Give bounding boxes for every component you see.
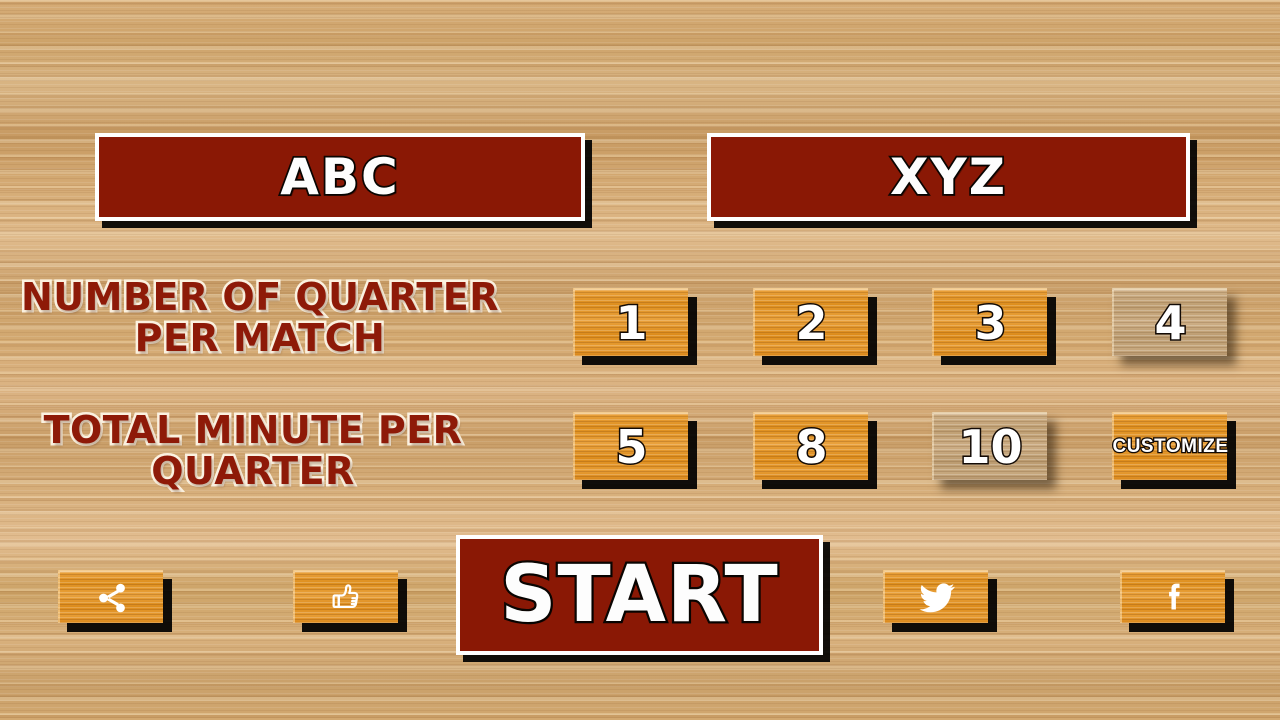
game-setup-screen: ABC XYZ NUMBER OF QUARTER PER MATCH 1 2 … [0,0,1280,720]
start-button[interactable]: START [456,535,823,655]
thumbs-up-icon [329,580,365,616]
minutes-option-5[interactable]: 5 [573,412,688,480]
team-away-name: XYZ [888,148,1007,206]
facebook-button[interactable] [1120,570,1225,623]
minutes-option-customize-value: CUSTOMIZE [1111,435,1229,459]
quarters-option-4-value: 4 [1153,296,1188,350]
minutes-setting-label: TOTAL MINUTE PER QUARTER [41,407,464,493]
quarters-setting-label: NUMBER OF QUARTER PER MATCH [19,274,501,360]
quarters-option-4[interactable]: 4 [1112,288,1227,356]
share-icon [95,581,129,615]
minutes-option-5-value: 5 [614,420,649,474]
quarters-option-1[interactable]: 1 [573,288,688,356]
quarters-option-2-value: 2 [794,296,829,350]
share-button[interactable] [58,570,163,623]
twitter-icon [918,579,956,617]
start-button-label: START [498,550,780,640]
minutes-option-10[interactable]: 10 [932,412,1047,480]
like-button[interactable] [293,570,398,623]
quarters-option-3[interactable]: 3 [932,288,1047,356]
quarters-option-3-value: 3 [973,296,1008,350]
team-away-button[interactable]: XYZ [707,133,1190,221]
team-home-button[interactable]: ABC [95,133,585,221]
minutes-option-8-value: 8 [794,420,829,474]
minutes-option-8[interactable]: 8 [753,412,868,480]
quarters-option-2[interactable]: 2 [753,288,868,356]
twitter-button[interactable] [883,570,988,623]
team-home-name: ABC [278,148,400,206]
quarters-option-1-value: 1 [614,296,649,350]
minutes-option-customize[interactable]: CUSTOMIZE [1111,412,1229,480]
minutes-option-10-value: 10 [957,420,1024,474]
facebook-icon [1155,579,1193,617]
